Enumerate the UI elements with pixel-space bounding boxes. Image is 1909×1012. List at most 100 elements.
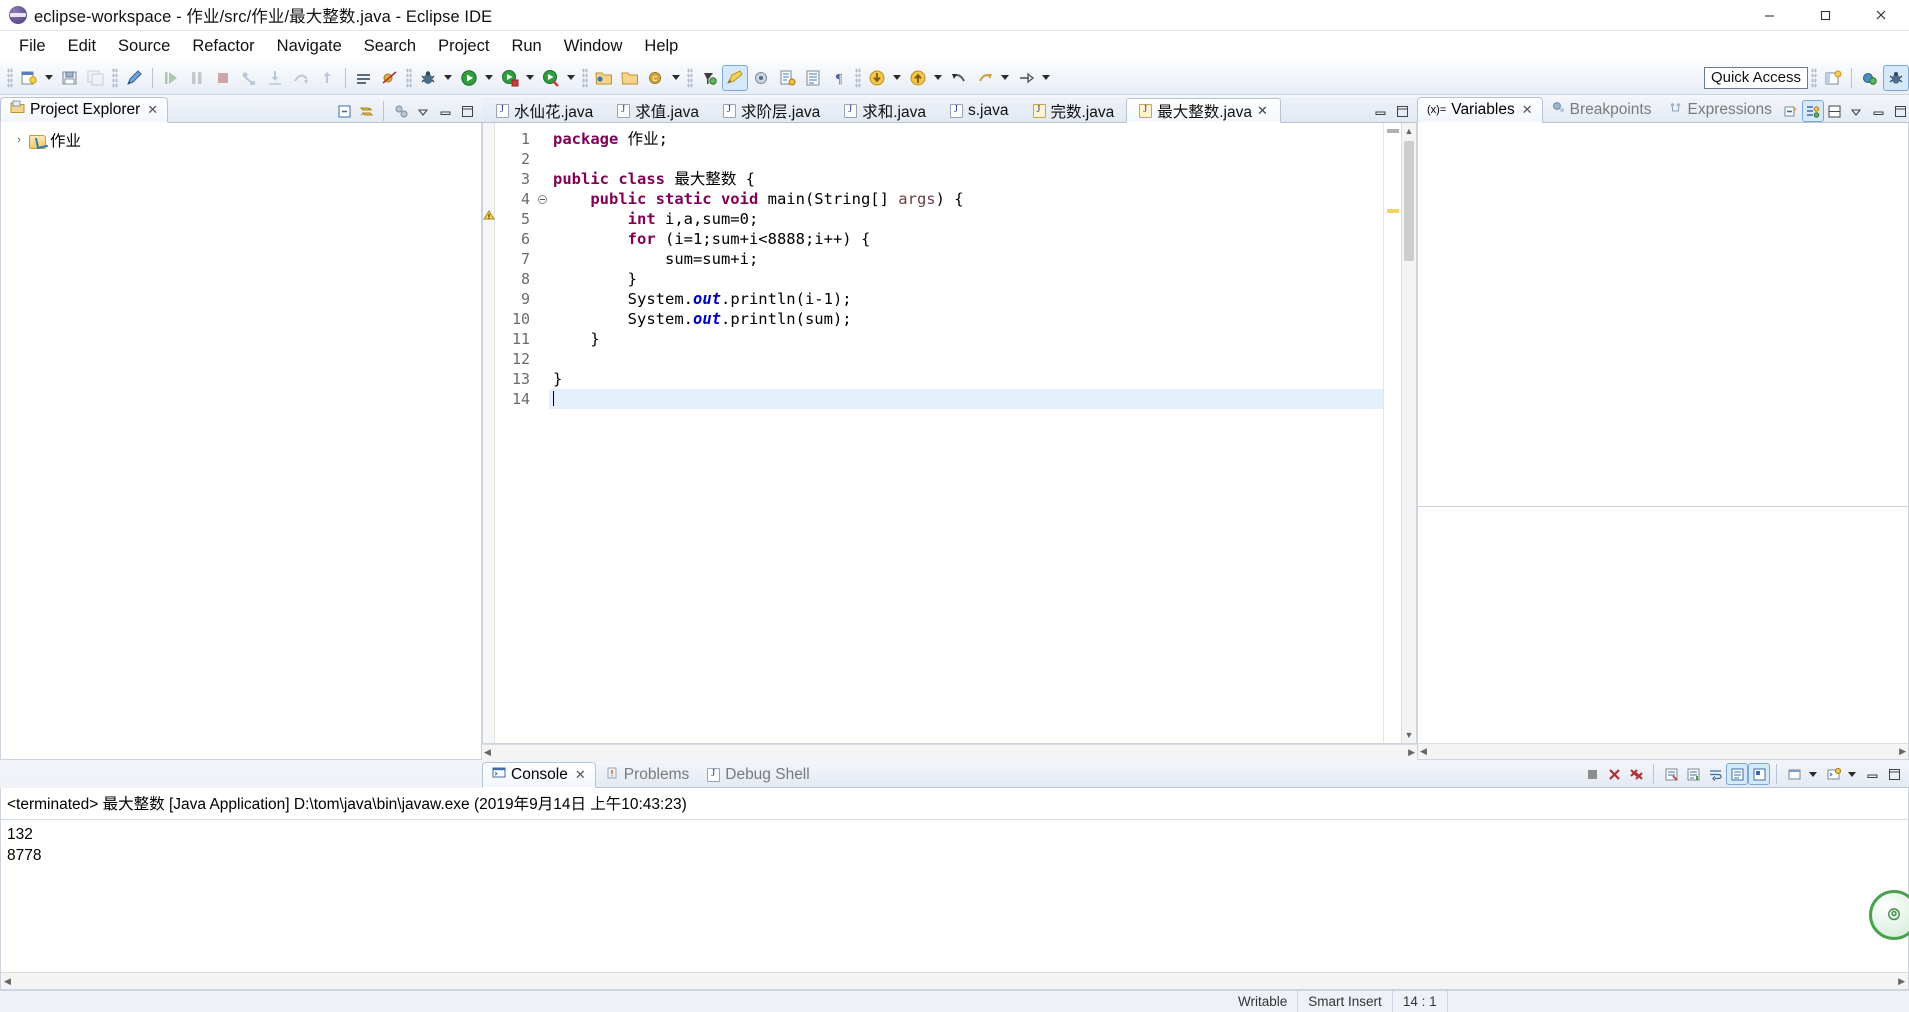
pen-icon[interactable]	[122, 66, 146, 90]
open-perspective-icon[interactable]	[1821, 66, 1845, 90]
package-icon[interactable]	[618, 66, 642, 90]
menu-navigate[interactable]: Navigate	[266, 34, 353, 59]
minimize-icon[interactable]	[435, 101, 455, 121]
scroll-left-icon[interactable]: ◀	[4, 976, 11, 987]
run-green-icon[interactable]	[457, 66, 481, 90]
maximize-icon[interactable]	[1891, 101, 1909, 121]
open-console-icon[interactable]	[1823, 764, 1843, 784]
menu-search[interactable]: Search	[353, 34, 427, 59]
tab-expressions[interactable]: Expressions	[1660, 97, 1780, 123]
tab-variables[interactable]: (x)= Variables ✕	[1417, 97, 1543, 123]
minimize-icon[interactable]	[1370, 101, 1390, 121]
folding-ruler[interactable]	[535, 123, 549, 743]
remove-icon[interactable]	[1604, 764, 1624, 784]
editor-tab-3[interactable]: 求和.java	[832, 98, 938, 123]
scrollbar-thumb[interactable]	[1404, 141, 1414, 261]
detail-pane-icon[interactable]	[1825, 101, 1845, 121]
editor-marker-ruler[interactable]	[483, 123, 495, 743]
console-body[interactable]: <terminated> 最大整数 [Java Application] D:\…	[0, 788, 1909, 990]
disconnect-icon[interactable]	[237, 66, 261, 90]
external-tools-icon[interactable]	[539, 66, 563, 90]
scroll-up-icon[interactable]: ▲	[1402, 123, 1416, 139]
menu-window[interactable]: Window	[553, 34, 634, 59]
pin-icon[interactable]	[1748, 763, 1770, 785]
variables-body[interactable]: ◀ ▶	[1417, 123, 1909, 760]
console-output[interactable]: 132 8778	[1, 820, 1908, 972]
toolbar-grip-2[interactable]	[112, 67, 118, 88]
editor-tab-5[interactable]: 完数.java	[1021, 98, 1127, 123]
java-perspective-icon[interactable]	[1858, 66, 1882, 90]
maximize-icon[interactable]	[1392, 101, 1412, 121]
upload-arrow-icon[interactable]	[906, 66, 930, 90]
close-icon[interactable]: ✕	[1522, 102, 1533, 118]
toolbar-grip-6[interactable]	[855, 67, 861, 88]
maximize-icon[interactable]	[1884, 764, 1904, 784]
editor-tab-0[interactable]: 水仙花.java	[484, 98, 605, 123]
editor-tab-4[interactable]: s.java	[938, 98, 1021, 123]
coverage-dropdown-icon[interactable]	[523, 66, 536, 90]
editor-tab-1[interactable]: 求值.java	[605, 98, 711, 123]
class-dropdown-icon[interactable]	[669, 66, 682, 90]
toolbar-grip-3[interactable]	[406, 67, 412, 88]
step-into-icon[interactable]	[263, 66, 287, 90]
debug-bug-icon[interactable]	[416, 66, 440, 90]
minimize-icon[interactable]	[1869, 101, 1889, 121]
chevron-down-icon[interactable]	[413, 101, 433, 121]
skip-breakpoints-icon[interactable]	[378, 66, 402, 90]
variables-detail-pane[interactable]	[1418, 507, 1908, 743]
terminate-red-icon[interactable]	[1582, 764, 1602, 784]
new-file-dropdown-icon[interactable]	[42, 66, 55, 90]
upload-dropdown-icon[interactable]	[931, 66, 944, 90]
code-text-area[interactable]: package 作业; public class 最大整数 { public s…	[549, 123, 1383, 743]
editor-vertical-scrollbar[interactable]: ▲ ▼	[1401, 123, 1416, 743]
coverage-icon[interactable]	[498, 66, 522, 90]
menu-help[interactable]: Help	[633, 34, 689, 59]
suspend-icon[interactable]	[185, 66, 209, 90]
forward-arrow-icon[interactable]	[973, 66, 997, 90]
scroll-down-icon[interactable]: ▼	[1402, 727, 1416, 743]
debug-perspective-icon[interactable]	[1883, 64, 1909, 91]
menu-source[interactable]: Source	[107, 34, 181, 59]
display-console-dropdown-icon[interactable]	[1806, 762, 1819, 786]
menu-file[interactable]: File	[8, 34, 57, 59]
class-icon[interactable]: C	[644, 66, 668, 90]
forward-dropdown-icon[interactable]	[998, 66, 1011, 90]
tab-project-explorer[interactable]: Project Explorer ✕	[0, 97, 169, 123]
clear-console-icon[interactable]	[1661, 764, 1681, 784]
close-button[interactable]	[1853, 0, 1909, 31]
show-on-output-icon[interactable]	[1726, 763, 1748, 785]
next-annotation-icon[interactable]	[775, 66, 799, 90]
close-icon[interactable]: ✕	[575, 767, 586, 783]
task-yellow-icon[interactable]	[722, 64, 748, 91]
logical-structure-icon[interactable]	[1801, 100, 1824, 122]
back-arrow-icon[interactable]	[947, 66, 971, 90]
open-console-dropdown-icon[interactable]	[1845, 762, 1858, 786]
variables-tree-pane[interactable]	[1418, 123, 1908, 507]
filters-icon[interactable]	[391, 101, 411, 121]
minimize-icon[interactable]	[1862, 764, 1882, 784]
scroll-left-icon[interactable]: ◀	[484, 747, 491, 758]
search-icon[interactable]	[697, 66, 721, 90]
save-icon[interactable]	[58, 66, 82, 90]
save-all-icon[interactable]	[84, 66, 108, 90]
scroll-lock-icon[interactable]	[1683, 764, 1703, 784]
console-horizontal-scrollbar[interactable]: ◀ ▶	[1, 972, 1908, 989]
breakpoint-icon[interactable]	[352, 66, 376, 90]
scroll-right-icon[interactable]: ▶	[1408, 747, 1415, 758]
download-dropdown-icon[interactable]	[890, 66, 903, 90]
close-icon[interactable]: ✕	[1257, 103, 1268, 119]
terminate-icon[interactable]	[211, 66, 235, 90]
scroll-right-icon[interactable]: ▶	[1899, 746, 1906, 757]
menu-refactor[interactable]: Refactor	[181, 34, 265, 59]
tab-problems[interactable]: Problems	[596, 762, 698, 788]
tab-console[interactable]: Console ✕	[482, 762, 596, 788]
toolbar-grip[interactable]	[7, 67, 13, 88]
step-return-icon[interactable]	[315, 66, 339, 90]
close-icon[interactable]: ✕	[147, 102, 158, 118]
expand-twisty-icon[interactable]: ›	[13, 134, 25, 146]
next-edit-dropdown-icon[interactable]	[1039, 66, 1052, 90]
pilcrow-icon[interactable]: ¶	[827, 66, 851, 90]
menu-run[interactable]: Run	[500, 34, 552, 59]
prev-annotation-icon[interactable]	[801, 66, 825, 90]
new-file-icon[interactable]	[17, 66, 41, 90]
